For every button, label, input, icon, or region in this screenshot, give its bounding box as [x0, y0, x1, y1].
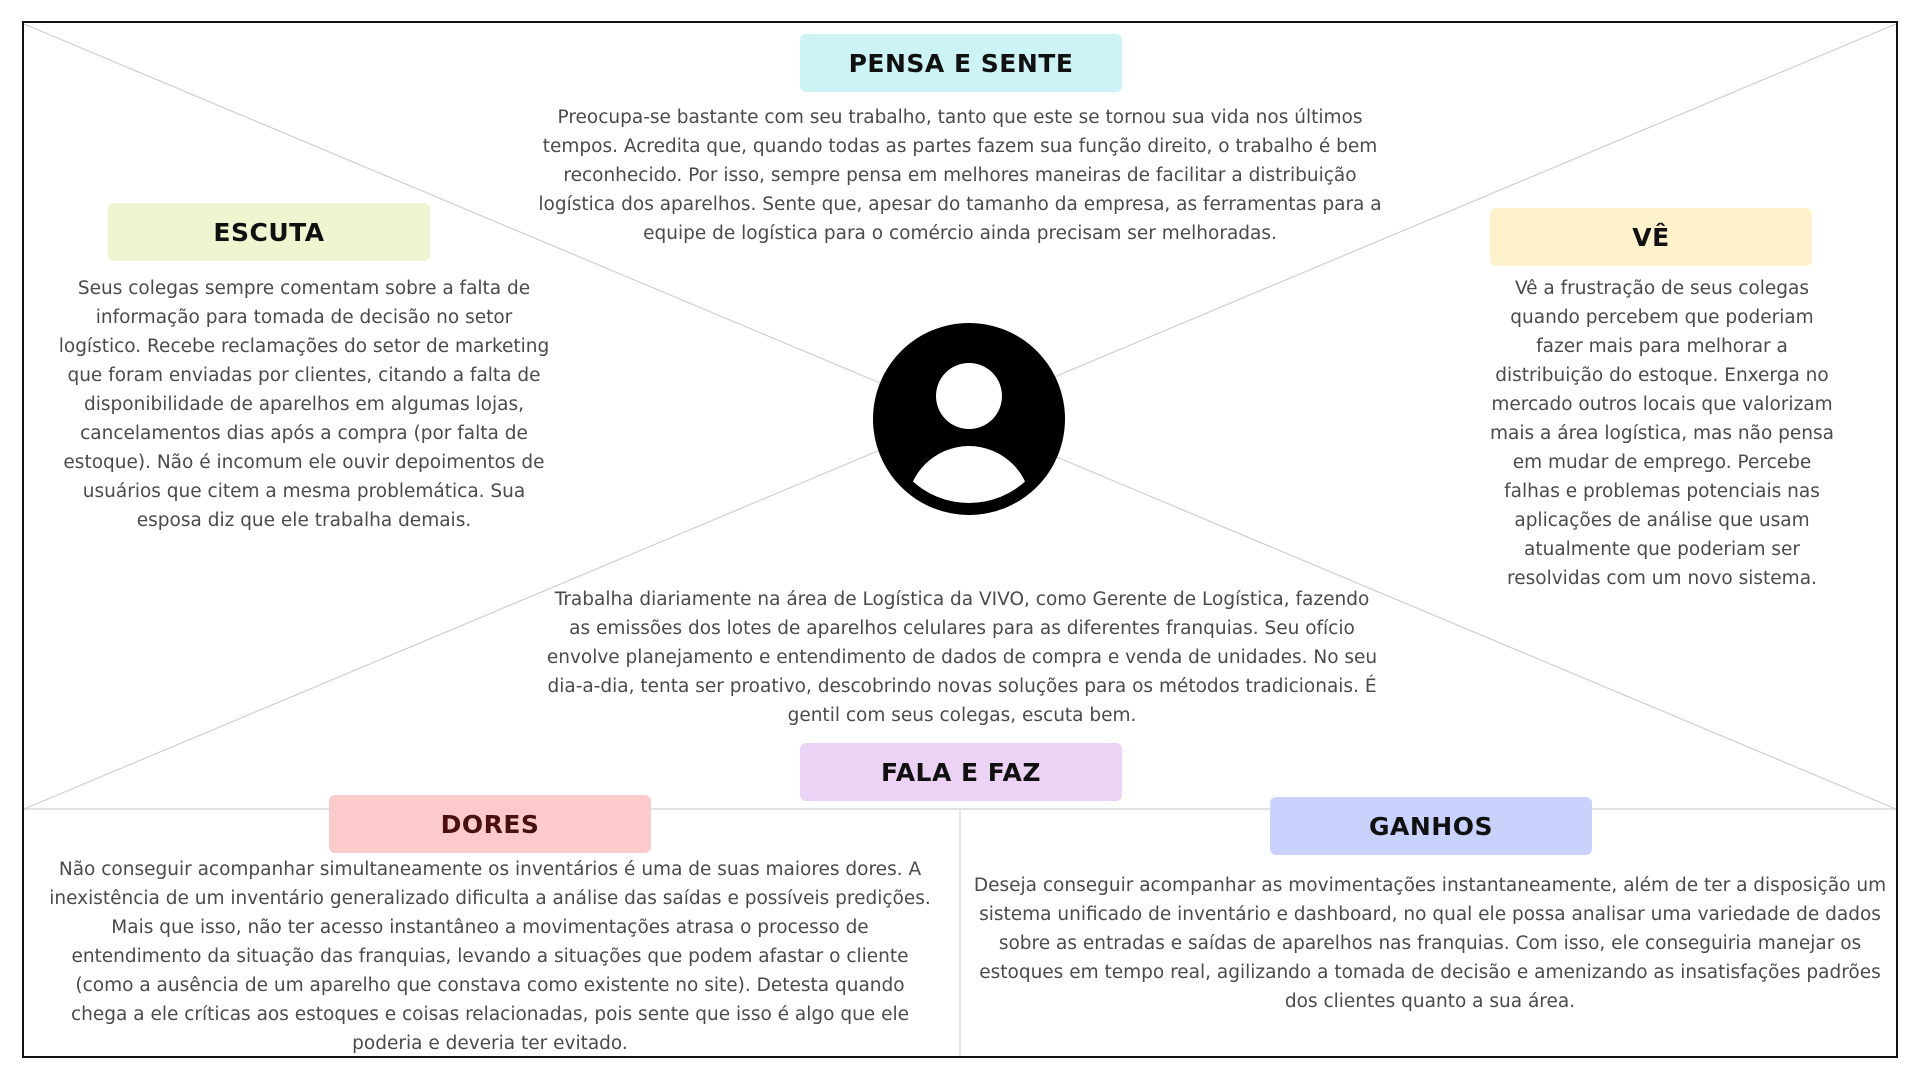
fala-text-line: as emissões dos lotes de aparelhos celul… [569, 618, 1355, 639]
dores-text-line: chega a ele críticas aos estoques e cois… [71, 1004, 909, 1025]
ganhos-text-line: sobre as entradas e saídas de aparelhos … [998, 933, 1862, 954]
pensa-text-line: tempos. Acredita que, quando todas as pa… [542, 136, 1378, 157]
ve-text-line: em mudar de emprego. Percebe [1512, 452, 1812, 473]
dores-text-line: Não conseguir acompanhar simultaneamente… [58, 859, 922, 880]
fala-e-faz-text: Trabalha diariamente na área de Logístic… [547, 585, 1377, 730]
escuta-text-line: logístico. Recebe reclamações do setor d… [58, 336, 550, 357]
dores-label: DORES [329, 795, 651, 853]
escuta-text-line: informação para tomada de decisão no set… [95, 307, 513, 328]
dores-text-line: entendimento da situação das franquias, … [71, 946, 909, 967]
dores-text-line: (como a ausência de um aparelho que cons… [75, 975, 905, 996]
escuta-text-line: que foram enviadas por clientes, citando… [67, 365, 541, 386]
ve-text-line: quando percebem que poderiam [1510, 307, 1814, 328]
pensa-text-line: reconhecido. Por isso, sempre pensa em m… [563, 165, 1357, 186]
ve-label: VÊ [1490, 208, 1812, 266]
pensa-text-line: equipe de logística para o comércio aind… [643, 223, 1277, 244]
fala-text-line: Trabalha diariamente na área de Logístic… [554, 589, 1370, 610]
fala-text-line: dia-a-dia, tenta ser proativo, descobrin… [547, 676, 1377, 697]
escuta-text-line: disponibilidade de aparelhos em algumas … [84, 394, 524, 415]
pensa-e-sente-label: PENSA E SENTE [800, 34, 1122, 92]
escuta-text-line: esposa diz que ele trabalha demais. [136, 510, 472, 531]
escuta-text: Seus colegas sempre comentam sobre a fal… [59, 274, 550, 535]
escuta-text-line: estoque). Não é incomum ele ouvir depoim… [63, 452, 545, 473]
ganhos-text-line: Deseja conseguir acompanhar as movimenta… [973, 875, 1887, 896]
ve-text-line: distribuição do estoque. Enxerga no [1495, 365, 1829, 386]
dores-text-line: poderia e deveria ter evitado. [352, 1033, 628, 1054]
pensa-text-line: logística dos aparelhos. Sente que, apes… [538, 194, 1382, 215]
fala-text-line: gentil com seus colegas, escuta bem. [787, 705, 1137, 726]
fala-e-faz-label: FALA E FAZ [800, 743, 1122, 801]
escuta-text-line: usuários que citem a mesma problemática.… [82, 481, 526, 502]
ve-text-line: falhas e problemas potenciais nas [1504, 481, 1820, 502]
ve-text-line: resolvidas com um novo sistema. [1507, 568, 1817, 589]
escuta-text-line: cancelamentos dias após a compra (por fa… [80, 423, 528, 444]
ganhos-text-line: dos clientes quanto a sua área. [1284, 991, 1576, 1012]
user-avatar-icon [873, 323, 1065, 515]
ganhos-text: Deseja conseguir acompanhar as movimenta… [974, 871, 1886, 1016]
ve-text-line: atualmente que poderiam ser [1524, 539, 1800, 560]
dores-text: Não conseguir acompanhar simultaneamente… [49, 855, 931, 1058]
pensa-e-sente-text: Preocupa-se bastante com seu trabalho, t… [538, 103, 1381, 248]
escuta-text-line: Seus colegas sempre comentam sobre a fal… [77, 278, 531, 299]
escuta-label: ESCUTA [108, 203, 430, 261]
ve-text-line: mercado outros locais que valorizam [1491, 394, 1833, 415]
ve-text-line: mais a área logística, mas não pensa [1490, 423, 1834, 444]
fala-text-line: envolve planejamento e entendimento de d… [546, 647, 1378, 668]
pensa-text-line: Preocupa-se bastante com seu trabalho, t… [557, 107, 1363, 128]
ve-text-line: fazer mais para melhorar a [1536, 336, 1788, 357]
ve-text-line: aplicações de análise que usam [1514, 510, 1810, 531]
ganhos-label: GANHOS [1270, 797, 1592, 855]
ganhos-text-line: estoques em tempo real, agilizando a tom… [979, 962, 1881, 983]
ganhos-text-line: sistema unificado de inventário e dashbo… [979, 904, 1881, 925]
dores-text-line: Mais que isso, não ter acesso instantâne… [111, 917, 869, 938]
ve-text-line: Vê a frustração de seus colegas [1514, 278, 1810, 299]
dores-text-line: inexistência de um inventário generaliza… [49, 888, 931, 909]
ve-text: Vê a frustração de seus colegas quando pe… [1490, 274, 1834, 593]
